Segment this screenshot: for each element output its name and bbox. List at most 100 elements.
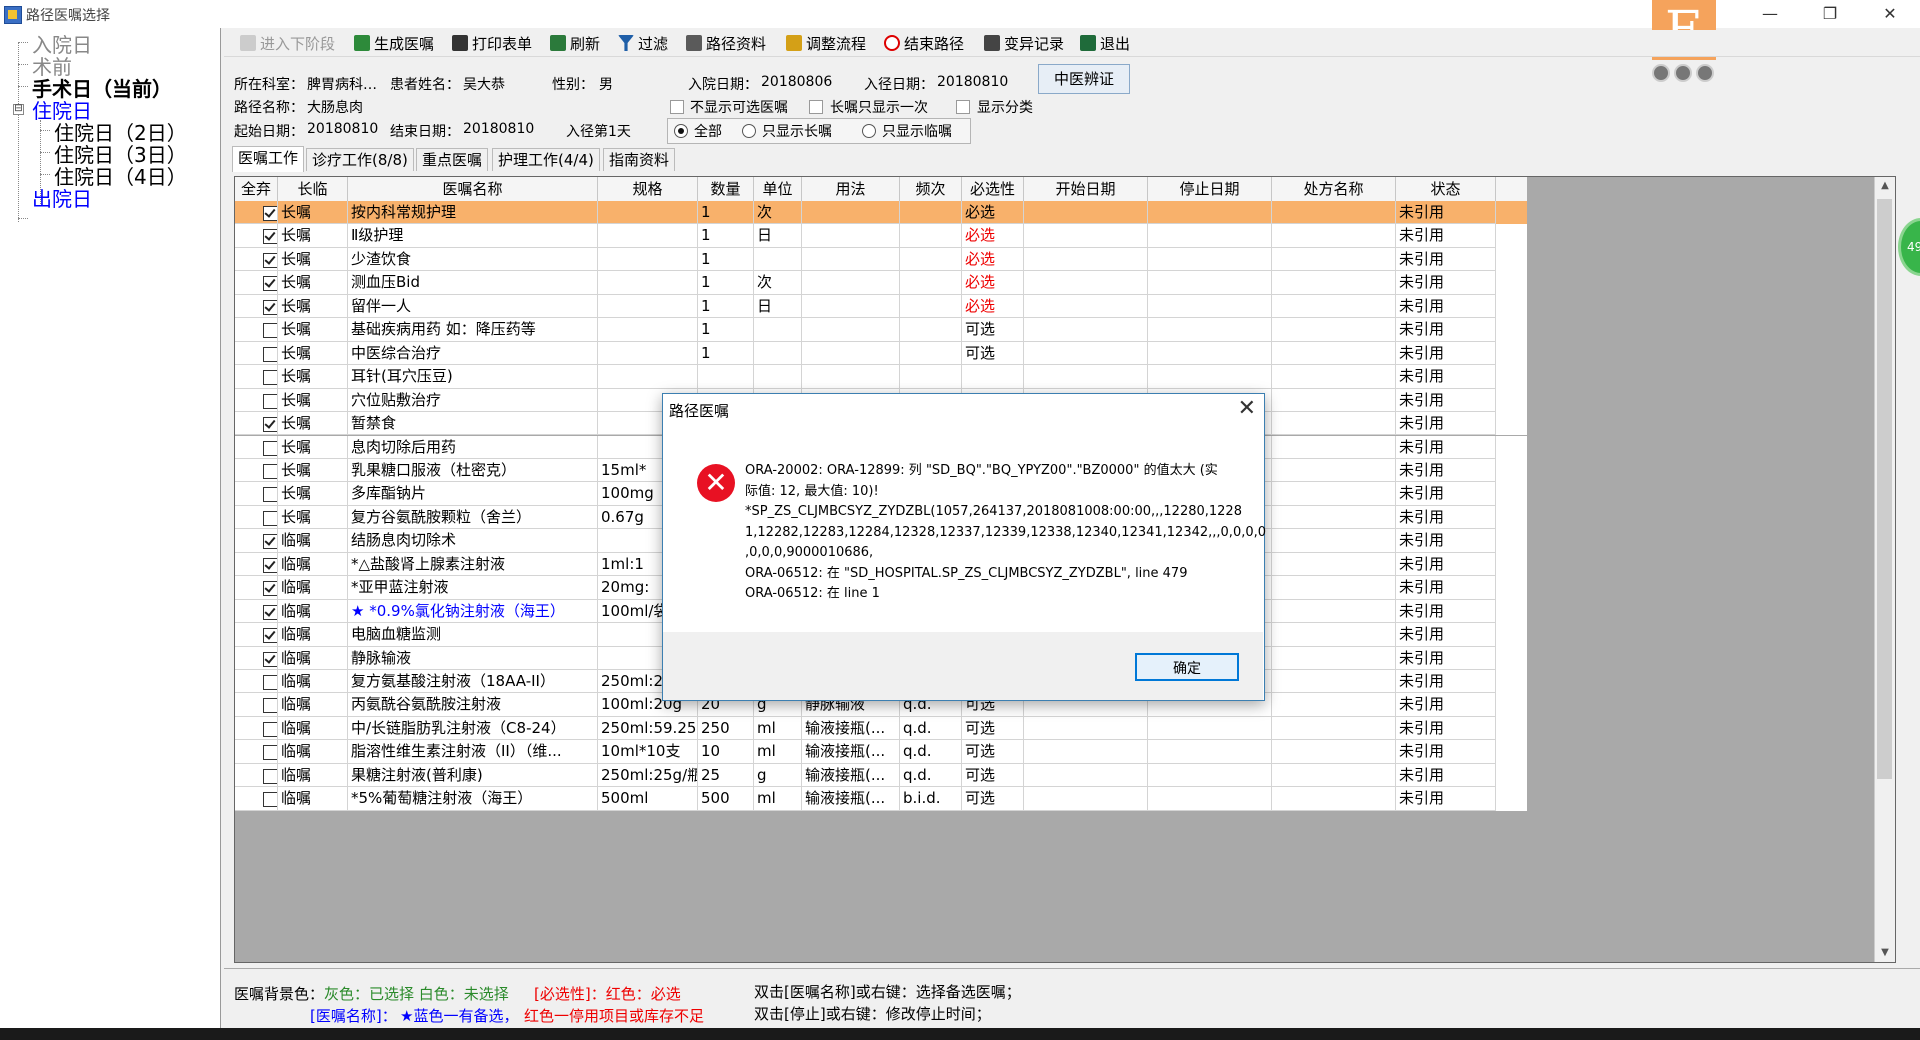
table-row[interactable]: 临嘱 脂溶性维生素注射液（II）（维... 10ml*10支 10 ml 输液接瓶(...… — [235, 740, 1527, 764]
discard-checkbox[interactable] — [263, 792, 277, 808]
discard-checkbox[interactable] — [263, 675, 277, 690]
cell-name[interactable]: 多库酯钠片 — [348, 482, 598, 506]
discard-checkbox[interactable] — [263, 229, 277, 245]
discard-checkbox[interactable] — [263, 463, 277, 479]
column-header[interactable]: 医嘱名称 — [348, 177, 598, 201]
path-info-button[interactable]: 路径资料 — [686, 33, 766, 53]
cell-name[interactable]: 中/长链脂肪乳注射液（C8-24） — [348, 716, 598, 741]
tab-guide-info[interactable]: 指南资料 — [603, 148, 676, 171]
tcm-diagnosis-button[interactable]: 中医辨证 — [1038, 64, 1130, 94]
column-header[interactable]: 规格 — [598, 177, 698, 201]
exit-button[interactable]: 退出 — [1080, 33, 1130, 53]
column-header[interactable]: 单位 — [754, 177, 802, 201]
scroll-up-icon[interactable]: ▲ — [1875, 177, 1895, 195]
table-row[interactable]: 长嘱 基础疾病用药 如：降压药等 1 可选 未引用 — [235, 318, 1527, 342]
cell-name[interactable]: 中医综合治疗 — [348, 341, 598, 366]
discard-checkbox[interactable] — [263, 604, 277, 620]
column-header[interactable]: 状态 — [1396, 177, 1496, 201]
vertical-scrollbar[interactable]: ▲ ▼ — [1874, 177, 1895, 962]
cell-name[interactable]: 脂溶性维生素注射液（II）（维... — [348, 740, 598, 764]
column-header[interactable]: 必选性 — [962, 177, 1024, 201]
tree-item-discharge-day[interactable]: 出院日 — [32, 183, 92, 212]
cell-name[interactable]: ★ *0.9%氯化钠注射液（海王） — [348, 599, 598, 624]
discard-checkbox[interactable] — [263, 206, 277, 221]
next-stage-button[interactable]: 进入下阶段 — [240, 33, 335, 53]
close-window-button[interactable]: ✕ — [1860, 0, 1920, 28]
discard-checkbox[interactable] — [263, 487, 277, 503]
column-header[interactable]: 频次 — [900, 177, 962, 201]
discard-checkbox[interactable] — [263, 276, 277, 292]
ok-button[interactable]: 确定 — [1135, 653, 1239, 681]
radio-long-only[interactable] — [742, 124, 756, 138]
cell-name[interactable]: Ⅱ级护理 — [348, 224, 598, 248]
cell-name[interactable]: 留伴一人 — [348, 294, 598, 319]
discard-checkbox[interactable] — [263, 393, 277, 409]
discard-checkbox[interactable] — [263, 628, 277, 644]
discard-checkbox[interactable] — [263, 651, 277, 667]
tab-diagnosis-work[interactable]: 诊疗工作(8/8) — [306, 148, 414, 171]
cell-name[interactable]: 基础疾病用药 如：降压药等 — [348, 318, 598, 342]
minimize-button[interactable]: — — [1740, 0, 1800, 28]
discard-checkbox[interactable] — [263, 557, 277, 573]
filter-button[interactable]: 过滤 — [618, 33, 668, 53]
column-header[interactable]: 用法 — [802, 177, 900, 201]
table-row[interactable]: 长嘱 按内科常规护理 1 次 必选 未引用 — [235, 201, 1527, 225]
discard-checkbox[interactable] — [263, 252, 277, 268]
radio-all[interactable] — [674, 124, 688, 138]
scroll-thumb[interactable] — [1877, 199, 1892, 779]
tab-nursing-work[interactable]: 护理工作(4/4) — [492, 148, 600, 171]
discard-checkbox[interactable] — [263, 768, 277, 784]
tab-key-orders[interactable]: 重点医嘱 — [416, 148, 489, 171]
end-path-button[interactable]: 结束路径 — [884, 33, 964, 53]
tab-orders[interactable]: 医嘱工作 — [232, 146, 305, 172]
cell-name[interactable]: *△盐酸肾上腺素注射液 — [348, 552, 598, 577]
cell-name[interactable]: 丙氨酰谷氨酰胺注射液 — [348, 693, 598, 717]
table-row[interactable]: 长嘱 留伴一人 1 日 必选 未引用 — [235, 294, 1527, 319]
radio-temp-only[interactable] — [862, 124, 876, 138]
discard-checkbox[interactable] — [263, 581, 277, 597]
hide-optional-checkbox[interactable] — [670, 100, 684, 114]
cell-name[interactable]: 果糖注射液(普利康) — [348, 763, 598, 788]
generate-orders-button[interactable]: 生成医嘱 — [354, 33, 434, 53]
refresh-button[interactable]: 刷新 — [550, 33, 600, 53]
cell-name[interactable]: 息肉切除后用药 — [348, 435, 598, 459]
cell-name[interactable]: 耳针(耳穴压豆) — [348, 365, 598, 389]
collapse-icon[interactable]: ⊟ — [13, 104, 24, 115]
column-header[interactable]: 全弃 — [235, 177, 278, 201]
discard-checkbox[interactable] — [263, 440, 277, 456]
cell-name[interactable]: 复方氨基酸注射液（18AA-II） — [348, 670, 598, 694]
table-row[interactable]: 长嘱 少渣饮食 1 必选 未引用 — [235, 247, 1527, 272]
side-badge[interactable]: 49 — [1898, 218, 1920, 276]
cell-name[interactable]: 静脉输液 — [348, 646, 598, 670]
cell-name[interactable]: 按内科常规护理 — [348, 201, 598, 225]
column-header[interactable]: 长临 — [278, 177, 348, 201]
show-category-checkbox[interactable] — [956, 100, 970, 114]
scroll-down-icon[interactable]: ▼ — [1875, 944, 1895, 962]
discard-checkbox[interactable] — [263, 323, 277, 339]
discard-checkbox[interactable] — [263, 417, 277, 433]
discard-checkbox[interactable] — [263, 299, 277, 315]
discard-checkbox[interactable] — [263, 370, 277, 386]
discard-checkbox[interactable] — [263, 721, 277, 737]
column-header[interactable]: 数量 — [698, 177, 754, 201]
discard-checkbox[interactable] — [263, 745, 277, 761]
table-row[interactable]: 临嘱 果糖注射液(普利康) 250ml:25g/瓶 25 g 输液接瓶(... q.d. 可选… — [235, 763, 1527, 788]
cell-name[interactable]: 乳果糖口服液（杜密克） — [348, 458, 598, 483]
column-header[interactable]: 停止日期 — [1148, 177, 1272, 201]
table-row[interactable]: 长嘱 测血压Bid 1 次 必选 未引用 — [235, 271, 1527, 295]
cell-name[interactable]: 穴位贴敷治疗 — [348, 388, 598, 413]
column-header[interactable]: 处方名称 — [1272, 177, 1396, 201]
table-row[interactable]: 临嘱 *5%葡萄糖注射液（海王） 500ml 500 ml 输液接瓶(... b.i.d. 可… — [235, 787, 1527, 811]
adjust-flow-button[interactable]: 调整流程 — [786, 33, 866, 53]
cell-name[interactable]: 少渣饮食 — [348, 247, 598, 272]
cell-name[interactable]: 复方谷氨酰胺颗粒（舍兰） — [348, 505, 598, 530]
table-row[interactable]: 长嘱 耳针(耳穴压豆) 未引用 — [235, 365, 1527, 389]
variation-record-button[interactable]: 变异记录 — [984, 33, 1064, 53]
cell-name[interactable]: 结肠息肉切除术 — [348, 529, 598, 553]
discard-checkbox[interactable] — [263, 346, 277, 362]
discard-checkbox[interactable] — [263, 534, 277, 550]
table-row[interactable]: 长嘱 中医综合治疗 1 可选 未引用 — [235, 341, 1527, 366]
long-once-checkbox[interactable] — [809, 100, 823, 114]
cell-name[interactable]: *亚甲蓝注射液 — [348, 576, 598, 600]
cell-name[interactable]: 暂禁食 — [348, 412, 598, 436]
